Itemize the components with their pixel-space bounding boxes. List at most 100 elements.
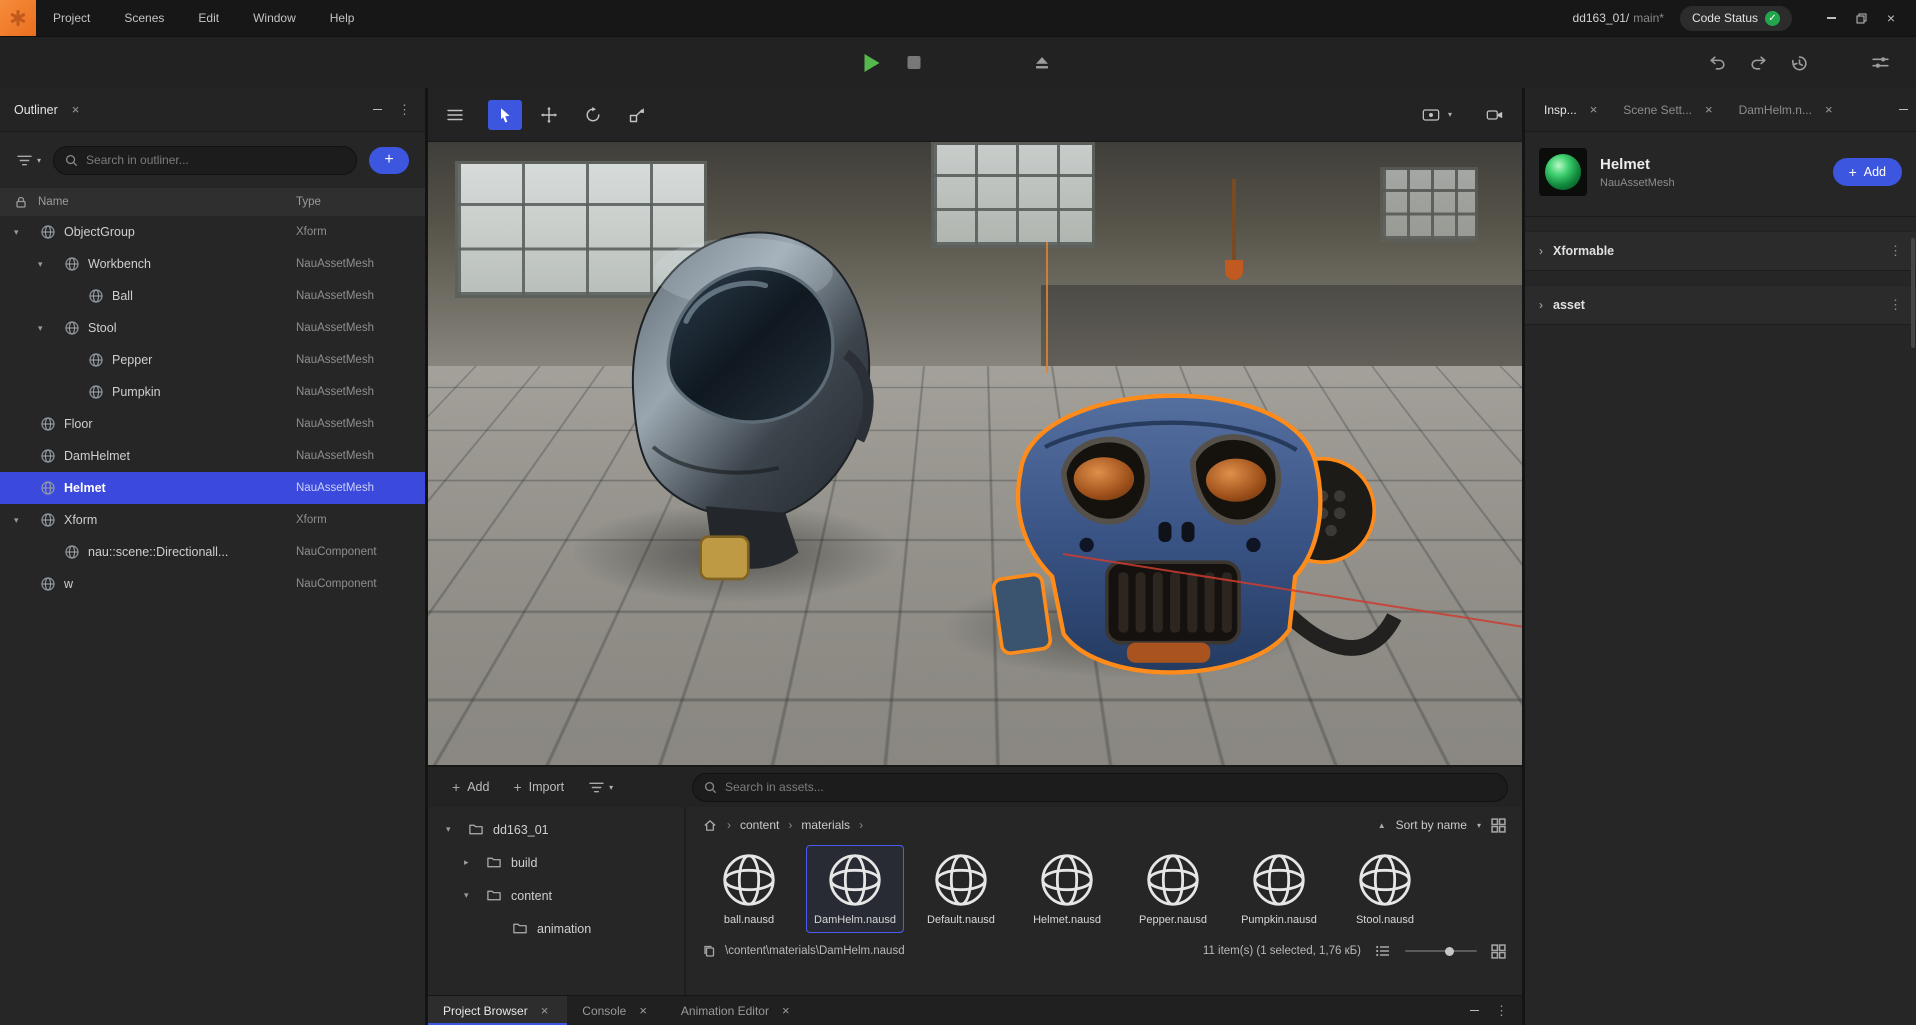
column-name[interactable]: Name xyxy=(38,196,69,208)
kebab-menu-icon[interactable]: ⋮ xyxy=(1889,243,1902,259)
lock-icon[interactable] xyxy=(14,195,28,209)
outliner-row[interactable]: ▾XformXform xyxy=(0,504,425,536)
stop-button[interactable] xyxy=(908,56,921,69)
collapse-panel-icon[interactable] xyxy=(1470,1010,1479,1012)
asset-filter-icon[interactable]: ▾ xyxy=(588,781,613,794)
redo-icon[interactable] xyxy=(1749,54,1768,71)
chevron-right-icon[interactable]: ▸ xyxy=(464,857,486,868)
outliner-row[interactable]: FloorNauAssetMesh xyxy=(0,408,425,440)
rotate-tool-button[interactable] xyxy=(576,100,610,130)
outliner-row[interactable]: ▾StoolNauAssetMesh xyxy=(0,312,425,344)
close-tab-icon[interactable]: × xyxy=(1821,100,1837,119)
play-button[interactable] xyxy=(865,54,880,72)
asset-tile[interactable]: Pumpkin.nausd xyxy=(1230,845,1328,933)
chevron-down-icon[interactable]: ▾ xyxy=(446,824,468,835)
chevron-down-icon[interactable]: ▾ xyxy=(464,890,486,901)
breadcrumb-materials[interactable]: materials xyxy=(801,818,850,832)
asset-add-button[interactable]: +Add xyxy=(452,779,489,795)
tree-item-content[interactable]: ▾content xyxy=(428,879,684,912)
grid-view-icon[interactable] xyxy=(1491,944,1506,959)
menu-window[interactable]: Window xyxy=(236,0,313,36)
close-tab-icon[interactable]: × xyxy=(68,100,84,119)
asset-tile-selected[interactable]: DamHelm.nausd xyxy=(806,845,904,933)
restore-button[interactable] xyxy=(1848,6,1874,30)
outliner-row[interactable]: wNauComponent xyxy=(0,568,425,600)
scale-tool-button[interactable] xyxy=(620,100,654,130)
tree-item-build[interactable]: ▸build xyxy=(428,846,684,879)
outliner-row[interactable]: nau::scene::Directionall...NauComponent xyxy=(0,536,425,568)
minimize-button[interactable] xyxy=(1818,6,1844,30)
asset-search-input[interactable] xyxy=(692,773,1508,802)
undo-icon[interactable] xyxy=(1708,54,1727,71)
add-object-button[interactable]: + xyxy=(369,147,409,174)
asset-tile[interactable]: Pepper.nausd xyxy=(1124,845,1222,933)
asset-tile[interactable]: ball.nausd xyxy=(700,845,798,933)
outliner-row[interactable]: ▾WorkbenchNauAssetMesh xyxy=(0,248,425,280)
copy-path-icon[interactable] xyxy=(702,944,716,958)
column-type[interactable]: Type xyxy=(296,196,321,208)
settings-sliders-icon[interactable] xyxy=(1871,54,1890,71)
render-view-icon[interactable] xyxy=(1422,106,1440,124)
asset-tile[interactable]: Default.nausd xyxy=(912,845,1010,933)
outliner-filter-icon[interactable]: ▾ xyxy=(16,154,41,167)
outliner-row[interactable]: DamHelmetNauAssetMesh xyxy=(0,440,425,472)
chevron-down-icon[interactable]: ▾ xyxy=(14,227,40,238)
tab-scene-settings[interactable]: Scene Sett...× xyxy=(1612,88,1727,131)
chevron-down-icon[interactable]: ▾ xyxy=(38,259,64,270)
helmet-selected-model[interactable] xyxy=(959,335,1418,709)
close-button[interactable]: × xyxy=(1878,6,1904,30)
asset-tile[interactable]: Stool.nausd xyxy=(1336,845,1434,933)
close-tab-icon[interactable]: × xyxy=(537,1001,553,1020)
section-asset[interactable]: › asset ⋮ xyxy=(1525,285,1916,325)
helmet-damhelmet-model[interactable] xyxy=(587,179,904,609)
chevron-down-icon[interactable]: ▾ xyxy=(1448,110,1452,119)
viewport-3d[interactable] xyxy=(428,142,1522,765)
tree-item-animation[interactable]: animation xyxy=(428,912,684,945)
select-tool-button[interactable] xyxy=(488,100,522,130)
tab-project-browser[interactable]: Project Browser× xyxy=(428,996,567,1025)
eject-icon[interactable] xyxy=(1033,54,1052,71)
code-status-badge[interactable]: Code Status ✓ xyxy=(1680,6,1792,31)
section-xformable[interactable]: › Xformable ⋮ xyxy=(1525,231,1916,271)
add-component-button[interactable]: +Add xyxy=(1833,158,1902,186)
camera-icon[interactable] xyxy=(1486,106,1504,124)
kebab-menu-icon[interactable]: ⋮ xyxy=(398,102,411,118)
thumbnail-size-slider[interactable] xyxy=(1405,950,1477,952)
close-tab-icon[interactable]: × xyxy=(1586,100,1602,119)
menu-scenes[interactable]: Scenes xyxy=(107,0,181,36)
home-icon[interactable] xyxy=(702,818,718,833)
collapse-panel-icon[interactable] xyxy=(373,109,382,111)
grid-view-icon[interactable] xyxy=(1491,818,1506,833)
tab-inspector[interactable]: Insp...× xyxy=(1533,88,1612,131)
menu-help[interactable]: Help xyxy=(313,0,372,36)
kebab-menu-icon[interactable]: ⋮ xyxy=(1495,1003,1508,1019)
menu-edit[interactable]: Edit xyxy=(181,0,236,36)
search-input[interactable] xyxy=(53,146,357,175)
tree-item-root[interactable]: ▾dd163_01 xyxy=(428,813,684,846)
tab-damhelm[interactable]: DamHelm.n...× xyxy=(1728,88,1848,131)
app-logo-icon[interactable] xyxy=(0,0,36,36)
outliner-row[interactable]: ▾ObjectGroupXform xyxy=(0,216,425,248)
move-tool-button[interactable] xyxy=(532,100,566,130)
tab-console[interactable]: Console× xyxy=(567,996,666,1025)
asset-import-button[interactable]: +Import xyxy=(513,779,564,795)
chevron-right-icon[interactable]: › xyxy=(1539,298,1543,312)
sort-by-dropdown[interactable]: Sort by name xyxy=(1396,818,1467,832)
outliner-row[interactable]: PumpkinNauAssetMesh xyxy=(0,376,425,408)
chevron-down-icon[interactable]: ▾ xyxy=(14,515,40,526)
close-tab-icon[interactable]: × xyxy=(1701,100,1717,119)
outliner-row[interactable]: PepperNauAssetMesh xyxy=(0,344,425,376)
collapse-panel-icon[interactable] xyxy=(1899,109,1908,111)
chevron-down-icon[interactable]: ▾ xyxy=(38,323,64,334)
tab-outliner[interactable]: Outliner xyxy=(14,103,58,117)
close-tab-icon[interactable]: × xyxy=(635,1001,651,1020)
viewport-menu-icon[interactable] xyxy=(446,106,464,124)
close-tab-icon[interactable]: × xyxy=(778,1001,794,1020)
chevron-right-icon[interactable]: › xyxy=(1539,244,1543,258)
breadcrumb-content[interactable]: content xyxy=(740,818,779,832)
menu-project[interactable]: Project xyxy=(36,0,107,36)
scrollbar[interactable] xyxy=(1911,238,1915,348)
chevron-down-icon[interactable]: ▾ xyxy=(1477,821,1481,830)
outliner-row[interactable]: BallNauAssetMesh xyxy=(0,280,425,312)
tab-animation-editor[interactable]: Animation Editor× xyxy=(666,996,809,1025)
